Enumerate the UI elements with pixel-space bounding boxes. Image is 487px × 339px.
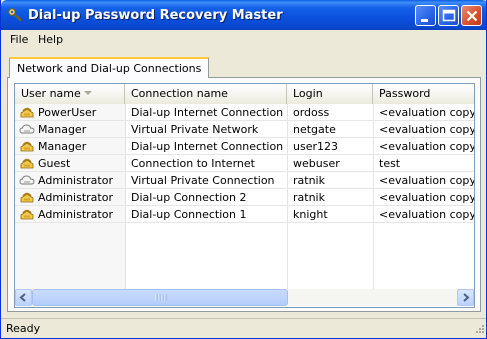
scroll-left-button[interactable] <box>15 289 32 306</box>
cell-password: <evaluation copy> <box>379 106 475 119</box>
horizontal-scrollbar[interactable] <box>15 289 474 306</box>
cell-login: webuser <box>293 157 340 170</box>
menu-bar: File Help <box>1 30 486 49</box>
cell-login: user123 <box>293 140 338 153</box>
column-header-user-name[interactable]: User name <box>15 84 125 104</box>
table-body: PowerUser Dial-up Internet Connection ordo… <box>15 104 475 289</box>
cell-connection-name: Dial-up Connection 1 <box>131 208 247 221</box>
cell-user-name: Administrator <box>38 208 113 221</box>
arrow-right-icon <box>463 293 470 302</box>
cell-user-name: Administrator <box>38 191 113 204</box>
cell-password: <evaluation copy> <box>379 123 475 136</box>
vpn-icon <box>19 122 35 137</box>
cell-user-name: Manager <box>38 123 87 136</box>
cell-connection-name: Virtual Private Network <box>131 123 259 136</box>
cell-connection-name: Connection to Internet <box>131 157 255 170</box>
cell-connection-name: Dial-up Connection 2 <box>131 191 247 204</box>
cell-password: <evaluation copy> <box>379 140 475 153</box>
cell-connection-name: Dial-up Internet Connection <box>131 106 284 119</box>
table-row[interactable]: Manager Dial-up Internet Connection user12… <box>15 138 475 155</box>
table-row[interactable]: Administrator Dial-up Connection 2 ratnik <… <box>15 189 475 206</box>
arrow-left-icon <box>19 293 26 302</box>
menu-help[interactable]: Help <box>38 33 63 46</box>
cell-user-name: PowerUser <box>38 106 97 119</box>
connections-table[interactable]: User name Connection name Login Password… <box>14 83 475 308</box>
column-header-label: User name <box>21 87 81 100</box>
dialup-icon <box>19 139 35 154</box>
dialup-icon <box>19 105 35 120</box>
dialup-icon <box>19 207 35 222</box>
table-row[interactable]: Administrator Virtual Private Connection r… <box>15 172 475 189</box>
column-header-label: Login <box>293 87 323 100</box>
sort-descending-icon <box>84 91 92 95</box>
status-bar: Ready <box>1 318 486 338</box>
cell-login: ratnik <box>293 191 325 204</box>
cell-user-name: Manager <box>38 140 87 153</box>
title-bar[interactable]: Dial-up Password Recovery Master <box>1 0 486 30</box>
column-header-login[interactable]: Login <box>287 84 373 104</box>
menu-file[interactable]: File <box>10 33 28 46</box>
dialup-icon <box>19 156 35 171</box>
cell-user-name: Guest <box>38 157 71 170</box>
grip-lines-icon <box>155 294 167 301</box>
table-row[interactable]: Administrator Dial-up Connection 1 knight <… <box>15 206 475 223</box>
table-row[interactable]: Manager Virtual Private Network netgate <ev… <box>15 121 475 138</box>
column-header-label: Password <box>379 87 431 100</box>
close-button[interactable] <box>461 5 482 26</box>
maximize-button[interactable] <box>438 5 459 26</box>
maximize-icon <box>442 9 456 22</box>
table-header: User name Connection name Login Password <box>15 84 474 104</box>
tab-network-connections[interactable]: Network and Dial-up Connections <box>9 57 210 78</box>
cell-login: ratnik <box>293 174 325 187</box>
cell-login: netgate <box>293 123 336 136</box>
cell-login: knight <box>293 208 328 221</box>
minimize-icon <box>421 19 428 22</box>
cell-password: <evaluation copy> <box>379 208 475 221</box>
column-header-connection-name[interactable]: Connection name <box>125 84 287 104</box>
status-text: Ready <box>6 322 41 335</box>
main-window: Dial-up Password Recovery Master File He… <box>0 0 487 339</box>
scroll-right-button[interactable] <box>457 289 474 306</box>
cell-user-name: Administrator <box>38 174 113 187</box>
table-row[interactable]: PowerUser Dial-up Internet Connection ordo… <box>15 104 475 121</box>
cell-password: <evaluation copy> <box>379 174 475 187</box>
cell-password: <evaluation copy> <box>379 191 475 204</box>
cell-connection-name: Virtual Private Connection <box>131 174 275 187</box>
key-icon <box>7 7 23 23</box>
scroll-thumb[interactable] <box>32 289 288 306</box>
table-row[interactable]: Guest Connection to Internet webuser test <box>15 155 474 172</box>
resize-grip-icon[interactable] <box>473 324 485 336</box>
column-header-password[interactable]: Password <box>373 84 474 104</box>
cell-password: test <box>379 157 401 170</box>
minimize-button[interactable] <box>415 5 436 26</box>
cell-connection-name: Dial-up Internet Connection <box>131 140 284 153</box>
column-header-label: Connection name <box>131 87 228 100</box>
close-icon <box>466 10 478 22</box>
dialup-icon <box>19 190 35 205</box>
window-title: Dial-up Password Recovery Master <box>28 8 283 23</box>
cell-login: ordoss <box>293 106 330 119</box>
vpn-icon <box>19 173 35 188</box>
